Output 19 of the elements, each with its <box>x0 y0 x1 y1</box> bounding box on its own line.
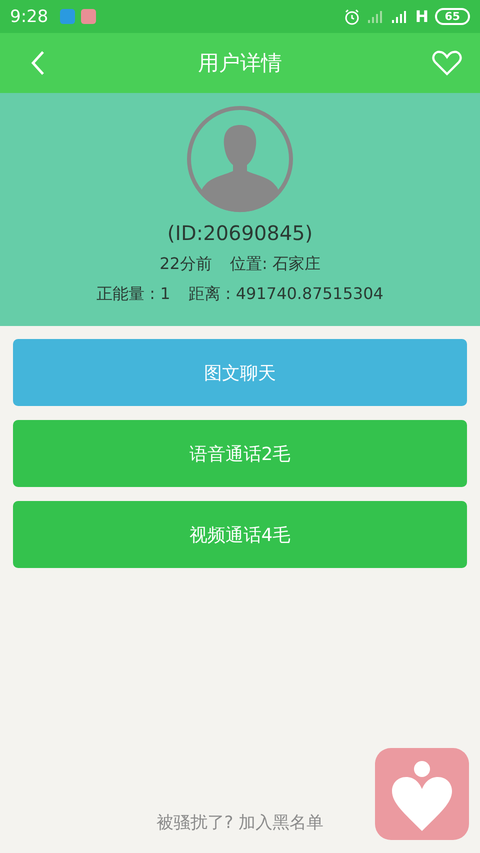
status-time: 9:28 <box>10 6 48 26</box>
page-title: 用户详情 <box>198 50 282 77</box>
battery-level: 65 <box>434 8 470 25</box>
action-button[interactable]: 语音通话2毛 <box>13 420 467 487</box>
energy-score: 正能量 : 1 <box>96 284 170 305</box>
action-button[interactable]: 图文聊天 <box>13 339 467 406</box>
app-notification-icon <box>81 9 96 24</box>
network-type: H <box>415 7 429 26</box>
distance: 距离 : 491740.87515304 <box>188 284 384 305</box>
location: 位置: 石家庄 <box>230 254 320 275</box>
avatar-icon <box>186 105 294 213</box>
heart-icon[interactable] <box>432 50 462 76</box>
last-seen: 22分前 <box>160 254 212 275</box>
action-button[interactable]: 视频通话4毛 <box>13 501 467 568</box>
app-logo-icon[interactable] <box>374 747 470 841</box>
blacklist-link[interactable]: 被骚扰了? 加入黑名单 <box>156 811 324 834</box>
app-notification-icon <box>60 9 76 24</box>
alarm-icon <box>343 8 362 26</box>
user-id: (ID:20690845) <box>167 221 313 245</box>
